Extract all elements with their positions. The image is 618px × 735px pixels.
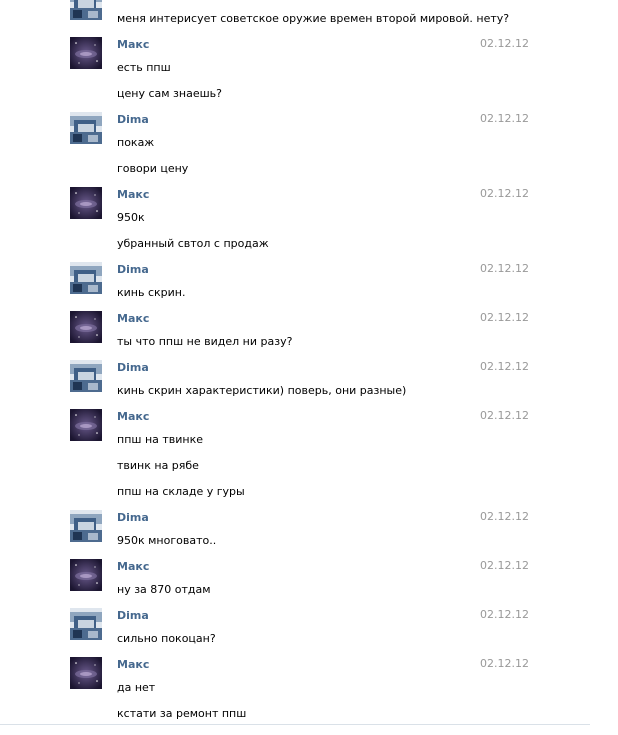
avatar-maks[interactable] (70, 657, 102, 689)
avatar-dima[interactable] (70, 510, 102, 542)
message-date[interactable]: 02.12.12 (480, 311, 529, 324)
chat-history: меня интерисует советское оружие времен … (0, 0, 618, 735)
author-link[interactable]: Макс (117, 560, 149, 573)
message-text: 950к (117, 211, 145, 224)
message-text: покаж (117, 136, 155, 149)
message-date[interactable]: 02.12.12 (480, 37, 529, 50)
avatar-maks[interactable] (70, 409, 102, 441)
message-date[interactable]: 02.12.12 (480, 360, 529, 373)
divider (0, 724, 590, 725)
author-link[interactable]: Dima (117, 361, 149, 374)
message-text: меня интерисует советское оружие времен … (117, 12, 510, 25)
avatar-dima[interactable] (70, 0, 102, 20)
author-link[interactable]: Dima (117, 263, 149, 276)
message-date[interactable]: 02.12.12 (480, 409, 529, 422)
avatar-maks[interactable] (70, 37, 102, 69)
message-date[interactable]: 02.12.12 (480, 608, 529, 621)
message-date[interactable]: 02.12.12 (480, 559, 529, 572)
avatar-dima[interactable] (70, 262, 102, 294)
message-text: цену сам знаешь? (117, 87, 222, 100)
message-text: твинк на рябе (117, 459, 199, 472)
message-text: говори цену (117, 162, 189, 175)
message-text: ну за 870 отдам (117, 583, 211, 596)
message-text: кстати за ремонт ппш (117, 707, 247, 720)
avatar-dima[interactable] (70, 112, 102, 144)
message-text: кинь скрин. (117, 286, 186, 299)
message-text: сильно покоцан? (117, 632, 216, 645)
author-link[interactable]: Dima (117, 609, 149, 622)
author-link[interactable]: Макс (117, 410, 149, 423)
message-text: ппш на складе у гуры (117, 485, 245, 498)
message-date[interactable]: 02.12.12 (480, 262, 529, 275)
avatar-dima[interactable] (70, 360, 102, 392)
author-link[interactable]: Макс (117, 38, 149, 51)
message-date[interactable]: 02.12.12 (480, 657, 529, 670)
avatar-maks[interactable] (70, 187, 102, 219)
message-text: 950к многовато.. (117, 534, 217, 547)
message-text: убранный свтол с продаж (117, 237, 269, 250)
message-text: есть ппш (117, 61, 171, 74)
message-date[interactable]: 02.12.12 (480, 510, 529, 523)
avatar-dima[interactable] (70, 608, 102, 640)
author-link[interactable]: Макс (117, 312, 149, 325)
author-link[interactable]: Dima (117, 511, 149, 524)
author-link[interactable]: Dima (117, 113, 149, 126)
message-text: ппш на твинке (117, 433, 204, 446)
message-text: кинь скрин характеристики) поверь, они р… (117, 384, 407, 397)
message-text: да нет (117, 681, 156, 694)
author-link[interactable]: Макс (117, 658, 149, 671)
message-date[interactable]: 02.12.12 (480, 112, 529, 125)
avatar-maks[interactable] (70, 311, 102, 343)
message-date[interactable]: 02.12.12 (480, 187, 529, 200)
avatar-maks[interactable] (70, 559, 102, 591)
author-link[interactable]: Макс (117, 188, 149, 201)
message-text: ты что ппш не видел ни разу? (117, 335, 293, 348)
